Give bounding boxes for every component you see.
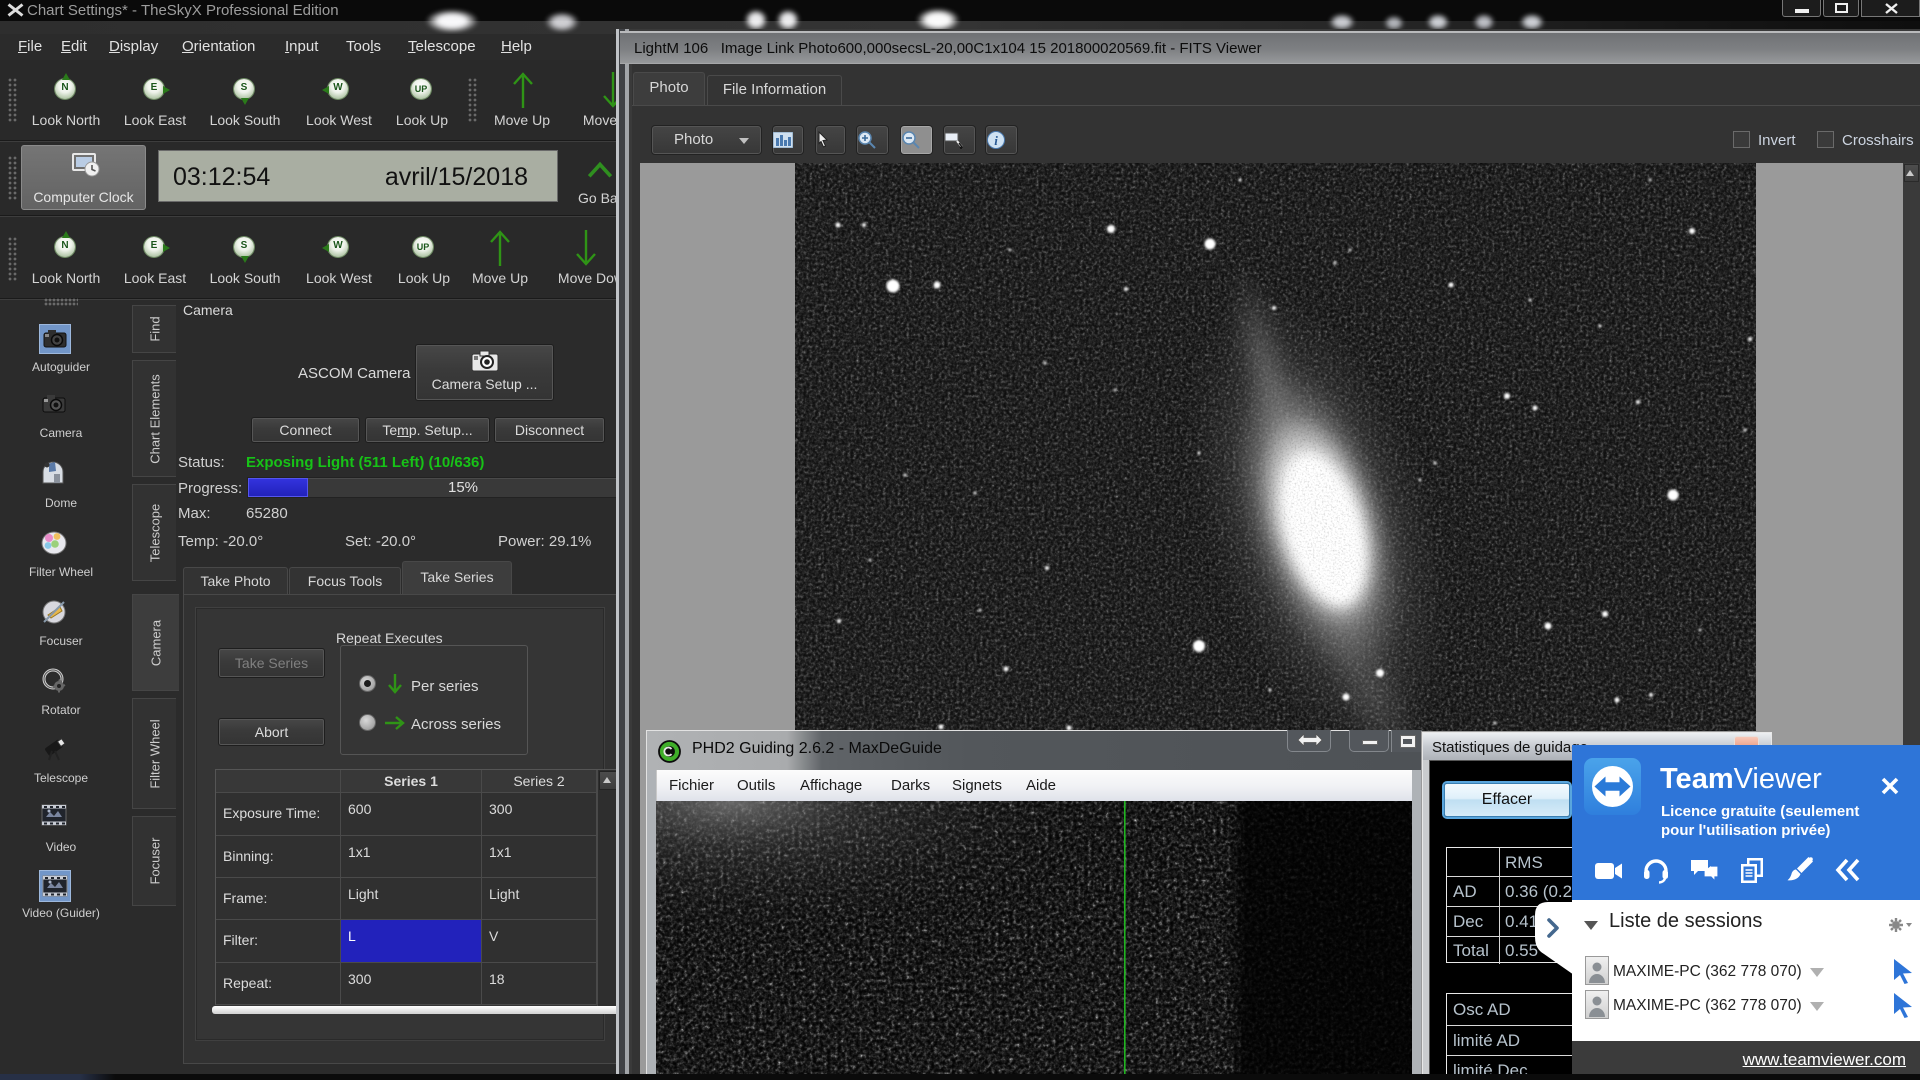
svg-text:i: i <box>994 133 998 148</box>
